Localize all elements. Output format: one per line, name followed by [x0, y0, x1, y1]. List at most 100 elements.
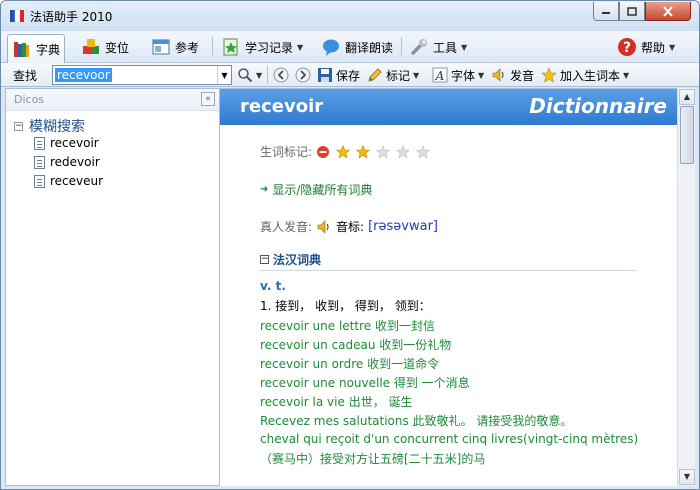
- chevron-down-icon: ▼: [623, 70, 630, 80]
- arrow-right-icon: ➜: [260, 184, 269, 195]
- fuzzy-search-node[interactable]: − 模糊搜索: [14, 116, 85, 136]
- close-button[interactable]: [645, 2, 691, 21]
- fuzzy-search-label: 模糊搜索: [29, 119, 85, 135]
- lookup-label: 查找: [13, 69, 38, 83]
- star-filled-icon[interactable]: [336, 144, 351, 159]
- svg-text:A: A: [435, 69, 445, 83]
- mark-button[interactable]: 标记 ▼: [367, 66, 419, 84]
- help-button[interactable]: ? 帮助 ▼: [613, 34, 679, 60]
- sidebar-item-redevoir[interactable]: redevoir: [34, 155, 100, 169]
- pronounce-label: 发音: [510, 68, 535, 83]
- close-icon: [663, 5, 673, 17]
- scroll-thumb[interactable]: [680, 106, 694, 164]
- dictionary-brand: Dictionnaire: [529, 94, 667, 118]
- sidebar-header: Dicos «: [6, 89, 219, 111]
- font-button[interactable]: A 字体 ▼: [432, 66, 484, 84]
- example-row: Recevez mes salutations 此致敬礼。 请接受我的敬意。: [260, 412, 572, 429]
- document-icon: [34, 155, 45, 169]
- toggle-dictionaries-link[interactable]: ➜ 显示/隐藏所有词典: [260, 181, 372, 198]
- entry-header: recevoir Dictionnaire: [220, 89, 677, 125]
- tools-button[interactable]: 工具 ▼: [405, 34, 471, 60]
- sidebar-item-recevoir[interactable]: recevoir: [34, 136, 99, 150]
- scroll-down-arrow[interactable]: ▼: [679, 469, 695, 485]
- search-button[interactable]: ▼: [237, 66, 262, 84]
- star-filled-icon[interactable]: [356, 144, 371, 159]
- scroll-up-arrow[interactable]: ▲: [679, 89, 695, 105]
- example-sentence: recevoir un cadeau 收到一份礼物: [260, 338, 452, 352]
- pronunciation-row: 真人发音: 音标: [rəsəvwar]: [260, 218, 438, 235]
- save-button[interactable]: 保存: [317, 66, 360, 84]
- tab-conjugation[interactable]: 变位: [77, 34, 133, 60]
- example-row: recevoir une lettre 收到一封信: [260, 317, 435, 334]
- help-icon: ?: [618, 38, 636, 56]
- main-toolbar: 字典 变位 参考 学习记录 ▼ 翻译朗读 工具 ▼ ? 帮助 ▼: [1, 31, 699, 63]
- forward-button[interactable]: [295, 66, 311, 84]
- vocab-mark-label: 生词标记:: [260, 145, 313, 159]
- star-empty-icon[interactable]: [396, 144, 411, 159]
- part-of-speech: v. t.: [260, 279, 286, 293]
- back-button[interactable]: [273, 66, 289, 84]
- pencil-icon: [368, 68, 382, 82]
- tools-label: 工具: [433, 40, 458, 55]
- minimize-button[interactable]: [593, 2, 619, 21]
- star-icon: [541, 67, 557, 83]
- example-row: cheval qui reçoit d'un concurrent cinq l…: [260, 432, 638, 446]
- pronounce-button[interactable]: 发音: [491, 66, 534, 84]
- tab-dictionary[interactable]: 字典: [7, 34, 66, 63]
- section-divider: [260, 270, 636, 271]
- maximize-icon: [627, 6, 637, 16]
- vocab-mark-row: 生词标记:: [260, 143, 436, 160]
- sidebar-item-label: receveur: [50, 174, 104, 188]
- rating-stars[interactable]: [336, 144, 436, 159]
- font-icon: A: [432, 67, 448, 83]
- vertical-scrollbar[interactable]: ▲ ▼: [677, 88, 695, 486]
- example-row: recevoir une nouvelle 得到 一个消息: [260, 374, 470, 391]
- example-sentence: recevoir une nouvelle 得到 一个消息: [260, 376, 470, 390]
- entry-panel: recevoir Dictionnaire 生词标记: ➜ 显示/隐藏所有词典 …: [220, 88, 677, 486]
- chevron-down-icon: ▼: [256, 70, 263, 80]
- document-icon: [34, 174, 45, 188]
- remove-mark-icon[interactable]: [316, 145, 330, 159]
- speaker-icon[interactable]: [316, 219, 332, 235]
- study-records-button[interactable]: 学习记录 ▼: [217, 34, 307, 60]
- sidebar-item-receveur[interactable]: receveur: [34, 174, 103, 188]
- minimize-icon: [602, 12, 610, 14]
- forward-arrow-icon: [295, 67, 311, 83]
- search-input-value: recevoor: [55, 68, 112, 82]
- sidebar-item-label: redevoir: [50, 155, 100, 169]
- maximize-button[interactable]: [619, 2, 645, 21]
- section-header[interactable]: − 法汉词典: [260, 251, 321, 268]
- search-input[interactable]: recevoor ▼: [52, 65, 232, 85]
- translate-read-button[interactable]: 翻译朗读: [317, 34, 397, 60]
- chevron-down-icon: ▼: [669, 42, 676, 52]
- example-sentence: Recevez mes salutations 此致敬礼。 请接受我的敬意。: [260, 414, 573, 428]
- tree-collapse-icon[interactable]: −: [14, 121, 23, 131]
- star-empty-icon[interactable]: [416, 144, 431, 159]
- section-collapse-icon[interactable]: −: [260, 255, 269, 264]
- speech-bubble-icon: [323, 39, 339, 56]
- document-icon: [34, 136, 45, 150]
- sidebar-title: Dicos: [14, 93, 45, 106]
- app-window: 法语助手 2010 字典 变位 参考 学习记录 ▼ 翻译朗读 工具 ▼ ? 帮助…: [0, 0, 700, 490]
- sidebar-item-label: recevoir: [50, 136, 99, 150]
- svg-text:?: ?: [623, 40, 631, 56]
- example-row: recevoir la vie 出世， 诞生: [260, 393, 413, 410]
- books-icon: [14, 42, 29, 57]
- collapse-sidebar-button[interactable]: «: [201, 92, 215, 106]
- star-empty-icon[interactable]: [376, 144, 391, 159]
- app-logo-icon: [10, 9, 24, 23]
- speaker-icon: [492, 68, 504, 82]
- example-row: （赛马中）接受对方让五磅[二十五米]的马: [260, 450, 485, 467]
- add-vocab-button[interactable]: 加入生词本 ▼: [541, 66, 629, 84]
- example-sentence: cheval qui reçoit d'un concurrent cinq l…: [260, 432, 639, 446]
- floppy-disk-icon: [318, 68, 332, 82]
- reference-window-icon: [152, 39, 170, 55]
- help-label: 帮助: [641, 40, 666, 55]
- tab-reference-label: 参考: [175, 40, 200, 55]
- sense-1: 1. 接到， 收到， 得到， 领到：: [260, 299, 431, 313]
- font-label: 字体: [451, 68, 476, 83]
- search-toolbar: 查找 recevoor ▼ ▼ 保存 标记 ▼ A 字体 ▼ 发音 加入生词本 …: [1, 63, 699, 87]
- search-dropdown-arrow[interactable]: ▼: [217, 66, 231, 84]
- chevron-down-icon: ▼: [413, 70, 420, 80]
- tab-reference[interactable]: 参考: [147, 34, 203, 60]
